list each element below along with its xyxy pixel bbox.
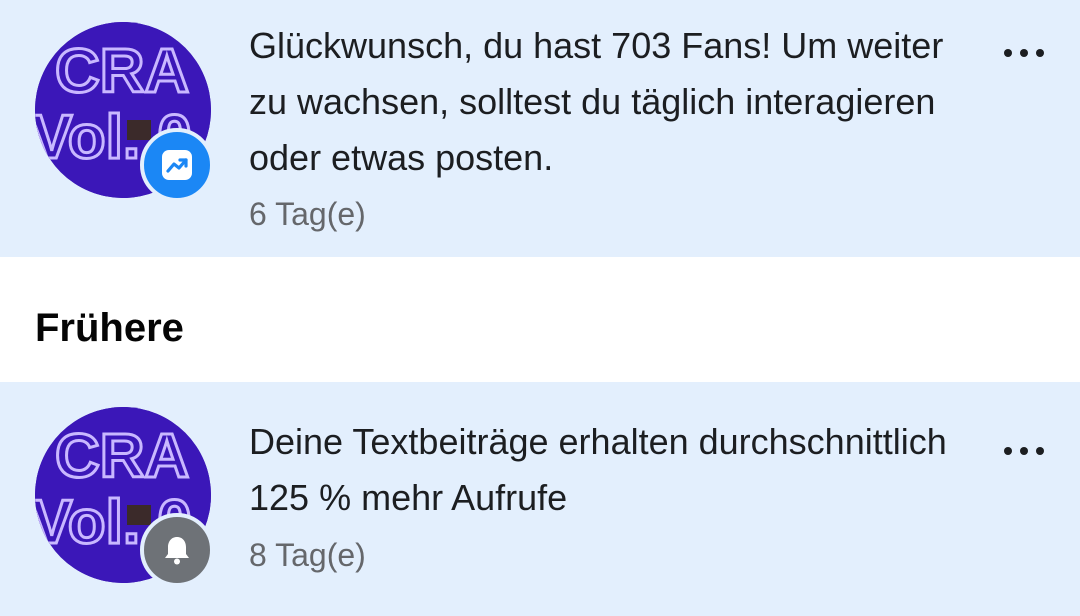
notification-text: Glückwunsch, du hast 703 Fans! Um weiter… <box>249 25 944 178</box>
dot-icon <box>1036 447 1044 455</box>
dot-icon <box>1020 49 1028 57</box>
more-options-button[interactable] <box>1004 47 1044 59</box>
dot-icon <box>1020 447 1028 455</box>
notification-time: 8 Tag(e) <box>249 537 366 573</box>
avatar-text-line1: CRA <box>55 37 189 106</box>
notification-time: 6 Tag(e) <box>249 196 366 232</box>
dot-icon <box>1004 49 1012 57</box>
more-options-button[interactable] <box>1004 445 1044 457</box>
notification-type-badge <box>140 513 214 587</box>
dot-icon <box>1036 49 1044 57</box>
notification-type-badge <box>140 128 214 202</box>
notification-text: Deine Textbeiträge erhalten durchschnitt… <box>249 421 947 518</box>
bell-icon <box>165 537 189 565</box>
trending-up-icon <box>162 150 192 180</box>
avatar-text-line1: CRA <box>55 422 189 491</box>
section-title: Frühere <box>35 306 184 350</box>
dot-icon <box>1004 447 1012 455</box>
